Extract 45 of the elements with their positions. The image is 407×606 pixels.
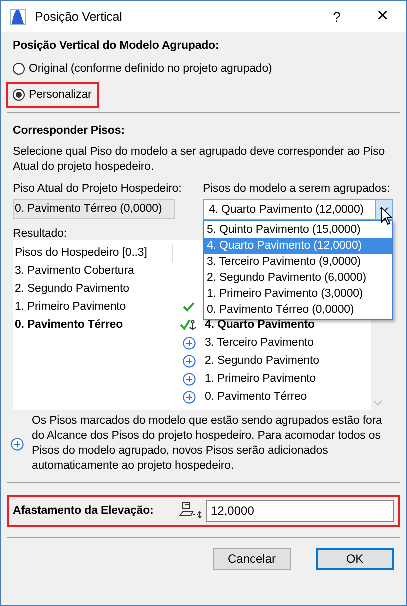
field-label: Piso Atual do Projeto Hospedeiro: <box>13 183 183 195</box>
dialog-button[interactable]: OK <box>316 548 394 570</box>
floor-dropdown[interactable]: 4. Quarto Pavimento (12,0000) <box>203 199 393 220</box>
model-floor-cell: 2. Segundo Pavimento <box>205 355 320 367</box>
radio-label[interactable]: Original (conforme definido no projeto agrupado) <box>29 63 272 75</box>
radio-button[interactable] <box>13 63 25 75</box>
model-floor-cell: 1. Primeiro Pavimento <box>205 373 316 385</box>
dropdown-option[interactable]: 3. Terceiro Pavimento (9,0000) <box>204 254 392 270</box>
description-text: Selecione qual Piso do modelo a ser agrupado deve corresponder ao Piso Atual do projeto hospedeiro. <box>13 145 386 175</box>
chevron-down-icon <box>379 206 389 212</box>
host-floor-cell: 2. Segundo Pavimento <box>15 283 130 295</box>
add-icon <box>182 390 196 404</box>
checkmark-icon <box>183 302 195 312</box>
section-heading: Corresponder Pisos: <box>13 125 126 137</box>
dropdown-option[interactable]: 1. Primeiro Pavimento (3,0000) <box>204 286 392 302</box>
result-label: Resultado: <box>13 228 67 240</box>
add-icon <box>182 372 196 386</box>
dialog-button[interactable]: Cancelar <box>213 548 291 570</box>
elevation-offset-icon <box>179 502 203 520</box>
model-floor-cell: 3. Terceiro Pavimento <box>205 337 314 349</box>
add-icon <box>182 336 196 350</box>
field-label: Afastamento da Elevação: <box>13 505 155 517</box>
host-floor-cell: 1. Primeiro Pavimento <box>15 301 126 313</box>
app-logo-icon <box>10 8 26 24</box>
dropdown-option[interactable]: 2. Segundo Pavimento (6,0000) <box>204 270 392 286</box>
host-floor-field: 0. Pavimento Térreo (0,0000) <box>13 199 175 219</box>
help-button[interactable]: ? <box>314 1 360 32</box>
window-title: Posição Vertical <box>35 10 124 24</box>
model-floor-cell: 0. Pavimento Térreo <box>205 391 308 403</box>
note-text: Os Pisos marcados do modelo que estão sendo agrupados estão fora do Alcance dos Pisos do projeto hospedeiro. Para acomodar todos os Pisos do modelo agrupado, novos Pisos serão adicionados automaticamente ao projeto hospedeiro. <box>32 414 384 474</box>
host-floor-cell: 3. Pavimento Cobertura <box>15 265 134 277</box>
close-button[interactable]: × <box>360 1 406 32</box>
dropdown-option[interactable]: 0. Pavimento Térreo (0,0000) <box>204 302 392 318</box>
field-label: Pisos do modelo a serem agrupados: <box>203 183 392 195</box>
add-icon <box>182 354 196 368</box>
check-anchor-icon <box>180 319 198 331</box>
elevation-offset-field[interactable]: 12,0000 <box>206 500 394 522</box>
add-icon <box>11 438 24 450</box>
radio-button[interactable] <box>13 89 25 101</box>
model-floor-cell: 4. Quarto Pavimento <box>205 319 315 331</box>
dropdown-option[interactable]: 5. Quinto Pavimento (15,0000) <box>204 222 392 238</box>
host-floor-cell: 0. Pavimento Térreo <box>15 319 124 331</box>
column-header: Pisos do Hospedeiro [0..3] <box>13 244 173 262</box>
section-heading: Posição Vertical do Modelo Agrupado: <box>13 40 220 52</box>
radio-label[interactable]: Personalizar <box>29 89 92 101</box>
